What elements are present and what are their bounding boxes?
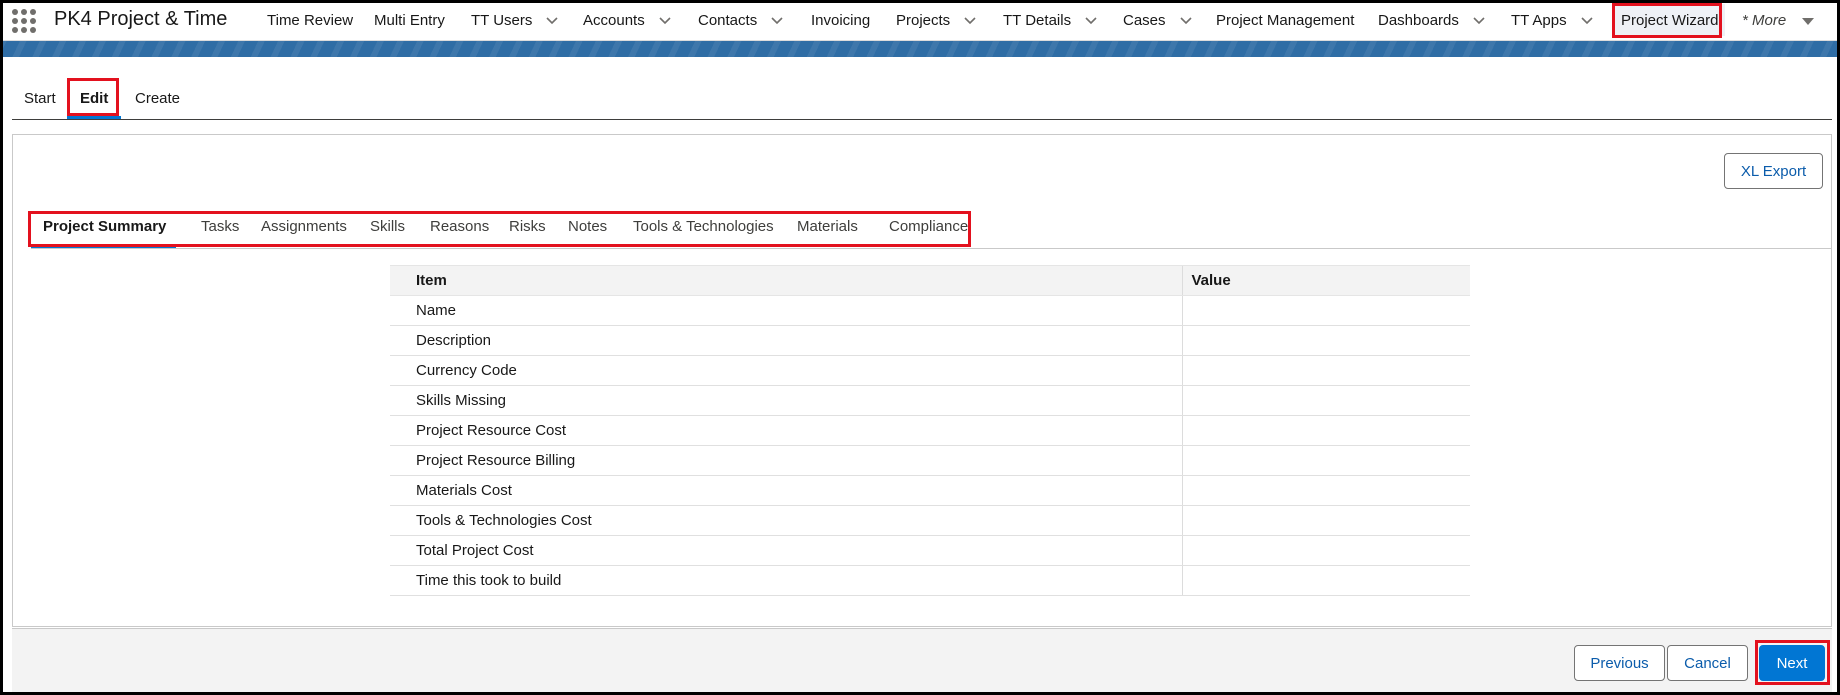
- wizard-card: XL Export Project Summary Tasks Assignme…: [12, 134, 1832, 627]
- table-row: Name: [390, 295, 1470, 326]
- row-value: [1181, 445, 1470, 476]
- nav-item-label: Time Review: [267, 12, 354, 29]
- nav-item-accounts[interactable]: Accounts: [583, 0, 671, 41]
- tab-divider: [12, 119, 1832, 120]
- table-row: Project Resource Billing: [390, 445, 1470, 476]
- previous-button[interactable]: Previous: [1574, 645, 1665, 681]
- nav-item-projects[interactable]: Projects: [896, 0, 976, 41]
- nav-item-label: Project Wizard: [1621, 11, 1719, 29]
- row-item: Currency Code: [390, 355, 1182, 386]
- tab-assignments[interactable]: Assignments: [261, 218, 347, 235]
- row-value: [1181, 565, 1470, 596]
- tab-skills[interactable]: Skills: [370, 218, 405, 235]
- chevron-down-icon[interactable]: [546, 16, 558, 26]
- nav-item-label: Projects: [896, 12, 951, 29]
- tab-start[interactable]: Start: [24, 90, 56, 107]
- nav-item-project-management[interactable]: Project Management: [1216, 0, 1354, 41]
- tab-compliance[interactable]: Compliance: [889, 218, 968, 235]
- nav-item-label: Dashboards: [1378, 12, 1459, 29]
- nav-item-project-wizard[interactable]: Project Wizard: [1615, 4, 1725, 36]
- nav-item-cases[interactable]: Cases: [1123, 0, 1192, 41]
- nav-item-tt-users[interactable]: TT Users: [471, 0, 558, 41]
- row-item: Tools & Technologies Cost: [390, 505, 1182, 536]
- row-item: Description: [390, 325, 1182, 356]
- tab-project-summary[interactable]: Project Summary: [43, 218, 166, 235]
- nav-item-contacts[interactable]: Contacts: [698, 0, 783, 41]
- chevron-down-icon[interactable]: [771, 16, 783, 26]
- tab-tools-technologies[interactable]: Tools & Technologies: [633, 218, 774, 235]
- chevron-down-icon[interactable]: [659, 16, 671, 26]
- row-item: Name: [390, 295, 1182, 326]
- waffle-icon[interactable]: [12, 9, 36, 33]
- nav-item-dashboards[interactable]: Dashboards: [1378, 0, 1485, 41]
- chevron-down-icon[interactable]: [1473, 16, 1485, 26]
- xl-export-button[interactable]: XL Export: [1724, 153, 1823, 189]
- table-row: Project Resource Cost: [390, 415, 1470, 446]
- nav-item-multi-entry[interactable]: Multi Entry: [374, 0, 445, 41]
- tab-create[interactable]: Create: [135, 90, 180, 107]
- tab-edit[interactable]: Edit: [80, 90, 108, 107]
- nav-item-label: Multi Entry: [374, 12, 445, 29]
- nav-item-label: Invoicing: [811, 12, 871, 29]
- nav-item-label: TT Details: [1003, 12, 1072, 29]
- tab-reasons[interactable]: Reasons: [430, 218, 489, 235]
- table-row: Time this took to build: [390, 565, 1470, 596]
- nav-item-tt-details[interactable]: TT Details: [1003, 0, 1097, 41]
- nav-item-label: Project Management: [1216, 12, 1355, 29]
- table-row: Description: [390, 325, 1470, 356]
- caret-down-icon[interactable]: [1802, 16, 1815, 26]
- project-summary-table: Item Value Name Description Currency Cod…: [390, 265, 1470, 596]
- tab-risks[interactable]: Risks: [509, 218, 546, 235]
- global-nav-bar: PK4 Project & Time Time Review Multi Ent…: [0, 0, 1840, 41]
- table-header-row: Item Value: [390, 265, 1470, 296]
- cancel-button[interactable]: Cancel: [1667, 645, 1748, 681]
- nav-item-label: * More: [1742, 12, 1787, 29]
- wizard-tabs: Start Edit Create: [0, 57, 1840, 121]
- row-value: [1181, 535, 1470, 566]
- row-item: Time this took to build: [390, 565, 1182, 596]
- table-row: Skills Missing: [390, 385, 1470, 416]
- tab-tasks[interactable]: Tasks: [201, 218, 239, 235]
- nav-item-label: TT Users: [471, 12, 533, 29]
- nav-item-invoicing[interactable]: Invoicing: [811, 0, 870, 41]
- row-value: [1181, 325, 1470, 356]
- table-row: Tools & Technologies Cost: [390, 505, 1470, 536]
- summary-sub-tabs: Project Summary Tasks Assignments Skills…: [31, 209, 1831, 249]
- next-button[interactable]: Next: [1759, 645, 1825, 681]
- row-item: Project Resource Cost: [390, 415, 1182, 446]
- row-item: Skills Missing: [390, 385, 1182, 416]
- tab-notes[interactable]: Notes: [568, 218, 607, 235]
- wizard-footer: Previous Cancel Next: [12, 628, 1832, 692]
- nav-item-label: Accounts: [583, 12, 645, 29]
- nav-item-tt-apps[interactable]: TT Apps: [1511, 0, 1593, 41]
- column-header-value: Value: [1181, 265, 1470, 296]
- row-value: [1181, 415, 1470, 446]
- chevron-down-icon[interactable]: [1179, 16, 1192, 26]
- table-row: Currency Code: [390, 355, 1470, 386]
- column-header-item: Item: [390, 265, 1182, 296]
- row-value: [1181, 475, 1470, 506]
- row-item: Project Resource Billing: [390, 445, 1182, 476]
- nav-more-menu[interactable]: * More: [1742, 0, 1815, 41]
- row-value: [1181, 295, 1470, 326]
- nav-item-label: Cases: [1123, 12, 1166, 29]
- nav-item-label: TT Apps: [1511, 12, 1567, 29]
- row-item: Total Project Cost: [390, 535, 1182, 566]
- row-value: [1181, 505, 1470, 536]
- sub-tab-divider: [31, 248, 1831, 249]
- nav-item-time-review[interactable]: Time Review: [267, 0, 353, 41]
- nav-item-label: Contacts: [698, 12, 758, 29]
- row-item: Materials Cost: [390, 475, 1182, 506]
- app-name: PK4 Project & Time: [54, 8, 228, 30]
- chevron-down-icon[interactable]: [964, 16, 976, 26]
- tab-materials[interactable]: Materials: [797, 218, 858, 235]
- chevron-down-icon[interactable]: [1085, 16, 1097, 26]
- header-banner: [0, 41, 1840, 57]
- row-value: [1181, 355, 1470, 386]
- table-row: Materials Cost: [390, 475, 1470, 506]
- row-value: [1181, 385, 1470, 416]
- chevron-down-icon[interactable]: [1581, 16, 1593, 26]
- table-row: Total Project Cost: [390, 535, 1470, 566]
